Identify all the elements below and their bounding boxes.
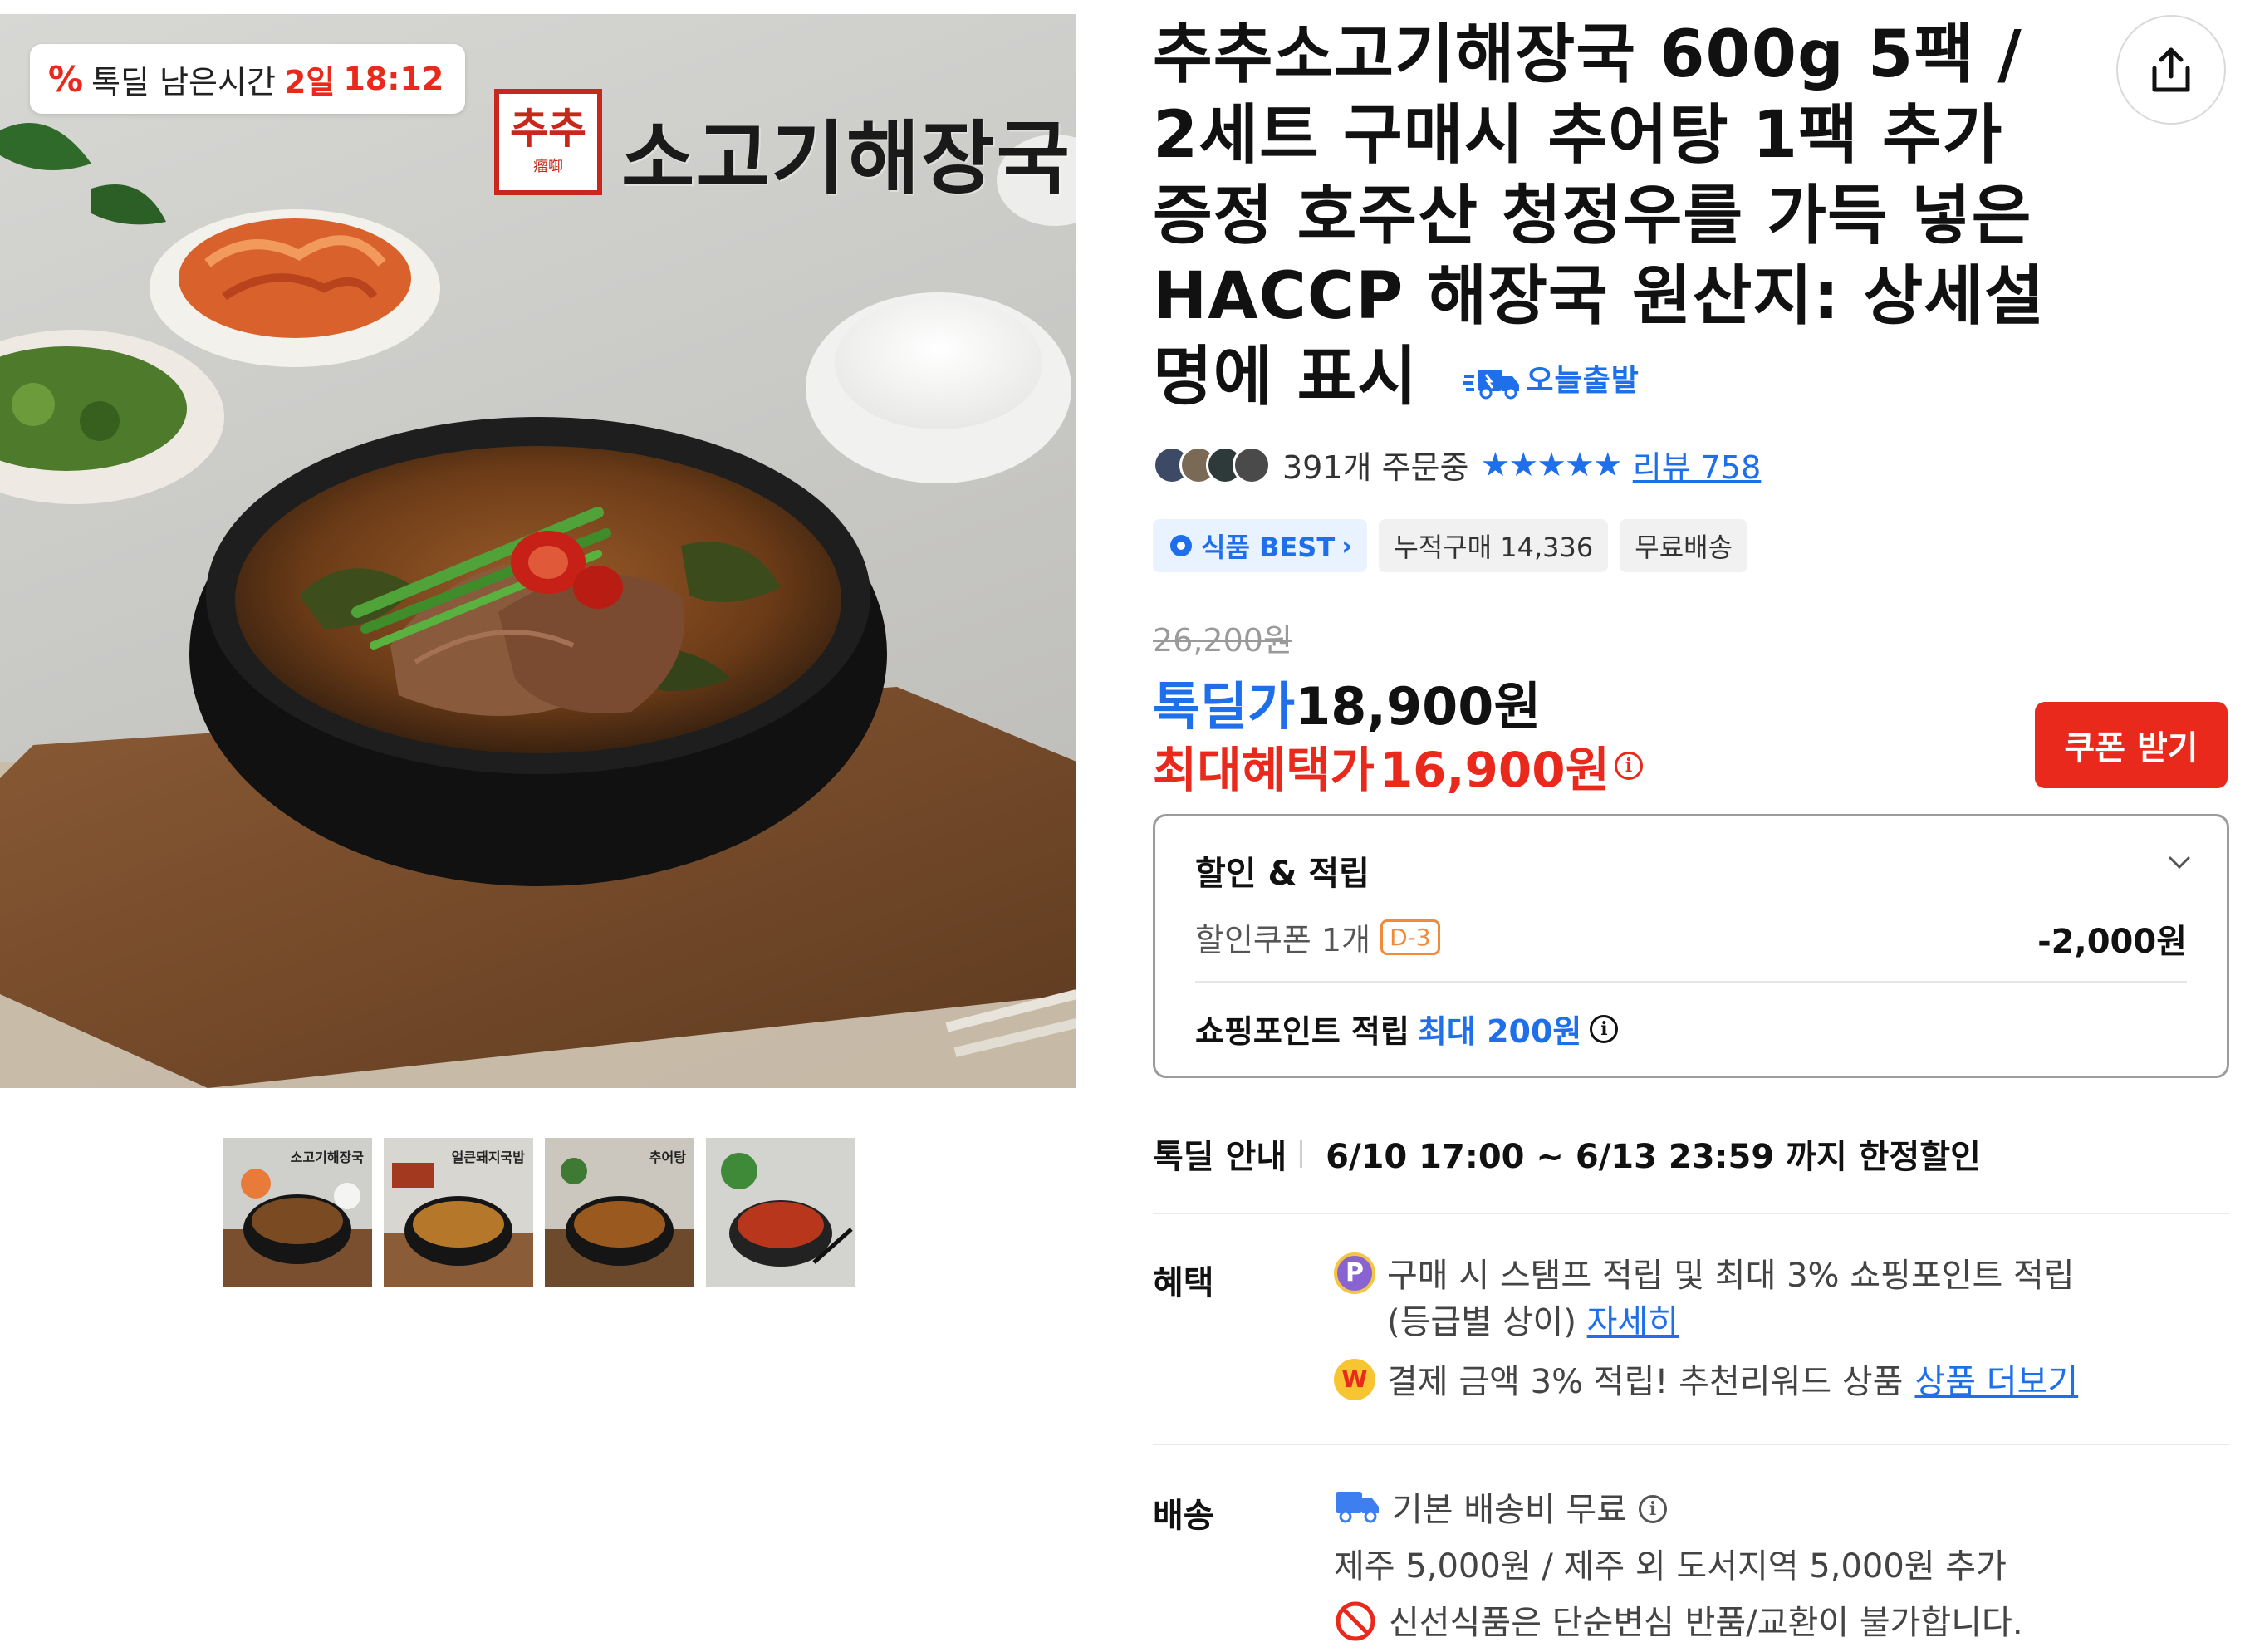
free-shipping-chip: 무료배송 (1620, 519, 1748, 572)
shipping-line-1-text: 기본 배송비 무료 (1392, 1491, 1628, 1529)
benefit-line-2: W 결제 금액 3% 적립! 추천리워드 상품 상품 더보기 (1334, 1359, 2078, 1405)
timer-label: 톡딜 남은시간 (91, 63, 276, 100)
discount-coupon-amount: -2,000원 (2037, 923, 2187, 961)
deal-price-label: 톡딜가 (1153, 676, 1296, 737)
thumbnail-2[interactable]: 얼큰돼지국밥 (384, 1138, 533, 1287)
brand-logo: 추추 瘤啣 (494, 89, 602, 195)
gear-badge-icon (1170, 535, 1192, 556)
coin-icon: W (1334, 1359, 1375, 1400)
talkdeal-info-row: 톡딜 안내 6/10 17:00 ~ 6/13 23:59 까지 한정할인 (1153, 1130, 1981, 1178)
max-benefit-label: 최대혜택가 (1153, 742, 1375, 798)
chevron-right-icon: › (1341, 530, 1353, 561)
cumulative-purchase-chip: 누적구매 14,336 (1379, 519, 1609, 572)
shopping-point-value: 최대 200원 (1417, 1013, 1582, 1050)
thumbnail-1-label: 소고기해장국 (290, 1150, 364, 1165)
share-icon (2152, 47, 2190, 92)
benefit-line-2-text: 결제 금액 3% 적립! 추천리워드 상품 (1387, 1363, 1904, 1401)
today-shipping-label: 오늘출발 (1526, 364, 1640, 399)
shipping-label: 배송 (1153, 1497, 1214, 1535)
share-button[interactable] (2116, 15, 2226, 125)
more-products-link[interactable]: 상품 더보기 (1914, 1359, 2078, 1405)
discount-coupon-label: 할인쿠폰 1개 (1195, 922, 1371, 958)
today-shipping-badge: 오늘출발 (1463, 341, 1639, 421)
divider (1153, 1213, 2229, 1214)
talkdeal-info-text: 6/10 17:00 ~ 6/13 23:59 까지 한정할인 (1326, 1138, 1981, 1176)
order-count: 391개 주문중 (1282, 449, 1469, 486)
original-price: 26,200원 (1153, 622, 1292, 659)
brand-logo-text: 추추 (510, 105, 586, 153)
talkdeal-timer-badge: % 톡딜 남은시간 2일 18:12 (30, 44, 466, 114)
shopping-point-row: 쇼핑포인트 적립 최대 200원 i (1195, 1006, 1619, 1051)
brand-title: 소고기해장국 (621, 112, 1071, 205)
max-benefit-price: 16,900원 (1379, 742, 1610, 798)
rating-row: 391개 주문중 ★★★★★ 리뷰 758 (1153, 442, 1761, 488)
chevron-down-icon[interactable] (2167, 850, 2192, 875)
star-rating: ★★★★★ (1480, 445, 1622, 484)
thumbnail-strip: 소고기해장국 얼큰돼지국밥 추어탕 (223, 1138, 855, 1287)
prohibited-icon (1336, 1601, 1375, 1641)
thumbnail-1[interactable]: 소고기해장국 (223, 1138, 372, 1287)
max-benefit-price-row: 최대혜택가 16,900원 i (1153, 731, 1643, 801)
shipping-line-1: 기본 배송비 무료 i (1334, 1487, 1668, 1533)
shipping-line-2: 제주 5,000원 / 제주 외 도서지역 5,000원 추가 (1334, 1543, 2007, 1590)
delivery-icon (1336, 1492, 1379, 1523)
benefit-line-1b-text: (등급별 상이) (1387, 1303, 1576, 1341)
shipping-line-2-text: 제주 5,000원 / 제주 외 도서지역 5,000원 추가 (1334, 1547, 2007, 1586)
deal-price-row: 톡딜가18,900원 (1153, 664, 1541, 739)
thumbnail-4[interactable] (706, 1138, 855, 1287)
shipping-line-3: 신선식품은 단순변심 반품/교환이 불가합니다. (1334, 1600, 2023, 1646)
deal-price: 18,900원 (1295, 676, 1542, 737)
food-best-label: 식품 BEST (1201, 532, 1336, 563)
truck-icon (1463, 369, 1520, 400)
brand-logo-subtext: 瘤啣 (533, 158, 563, 175)
discount-points-box[interactable]: 할인 & 적립 할인쿠폰 1개 D-3 -2,000원 쇼핑포인트 적립 최대 … (1153, 814, 2229, 1078)
shipping-line-3-text: 신선식품은 단순변심 반품/교환이 불가합니다. (1389, 1604, 2023, 1642)
benefits-label: 혜택 (1153, 1264, 1214, 1302)
thumbnail-3[interactable]: 추어탕 (545, 1138, 694, 1287)
thumbnail-3-label: 추어탕 (649, 1150, 686, 1165)
product-chips: 식품 BEST › 누적구매 14,336 무료배송 (1153, 519, 1748, 572)
discount-coupon-row: 할인쿠폰 1개 D-3 (1195, 914, 1440, 960)
product-main-image[interactable]: % 톡딜 남은시간 2일 18:12 추추 瘤啣 소고기해장국 (0, 14, 1076, 1088)
details-link[interactable]: 자세히 (1587, 1303, 1679, 1341)
shopping-point-label: 쇼핑포인트 적립 (1195, 1013, 1409, 1050)
timer-clock: 18:12 (343, 61, 444, 97)
info-icon[interactable]: i (1639, 1495, 1668, 1523)
avatar (1233, 445, 1271, 484)
thumbnail-4-image (706, 1138, 855, 1287)
review-link[interactable]: 리뷰 758 (1633, 442, 1762, 488)
discount-points-title: 할인 & 적립 (1195, 855, 1370, 893)
thumbnail-2-label: 얼큰돼지국밥 (451, 1150, 525, 1165)
percent-icon: % (48, 58, 84, 100)
divider (1153, 1444, 2229, 1445)
food-best-chip[interactable]: 식품 BEST › (1153, 519, 1368, 572)
get-coupon-button[interactable]: 쿠폰 받기 (2035, 702, 2228, 788)
info-icon[interactable]: i (1615, 752, 1643, 780)
divider (1300, 1140, 1303, 1168)
product-title: 추추소고기해장국 600g 5팩 / 2세트 구매시 추어탕 1팩 추가증정 호… (1153, 15, 2050, 421)
benefit-line-1: P 구매 시 스탬프 적립 및 최대 3% 쇼핑포인트 적립 (등급별 상이) … (1334, 1252, 2075, 1346)
talkdeal-info-label: 톡딜 안내 (1153, 1138, 1287, 1176)
timer-days: 2일 (283, 63, 336, 100)
point-icon: P (1334, 1252, 1375, 1294)
buyer-avatars (1153, 445, 1271, 484)
divider (1195, 981, 2187, 983)
dday-badge: D-3 (1380, 919, 1440, 955)
info-icon[interactable]: i (1590, 1014, 1619, 1043)
benefit-line-1-text: 구매 시 스탬프 적립 및 최대 3% 쇼핑포인트 적립 (1387, 1257, 2075, 1295)
